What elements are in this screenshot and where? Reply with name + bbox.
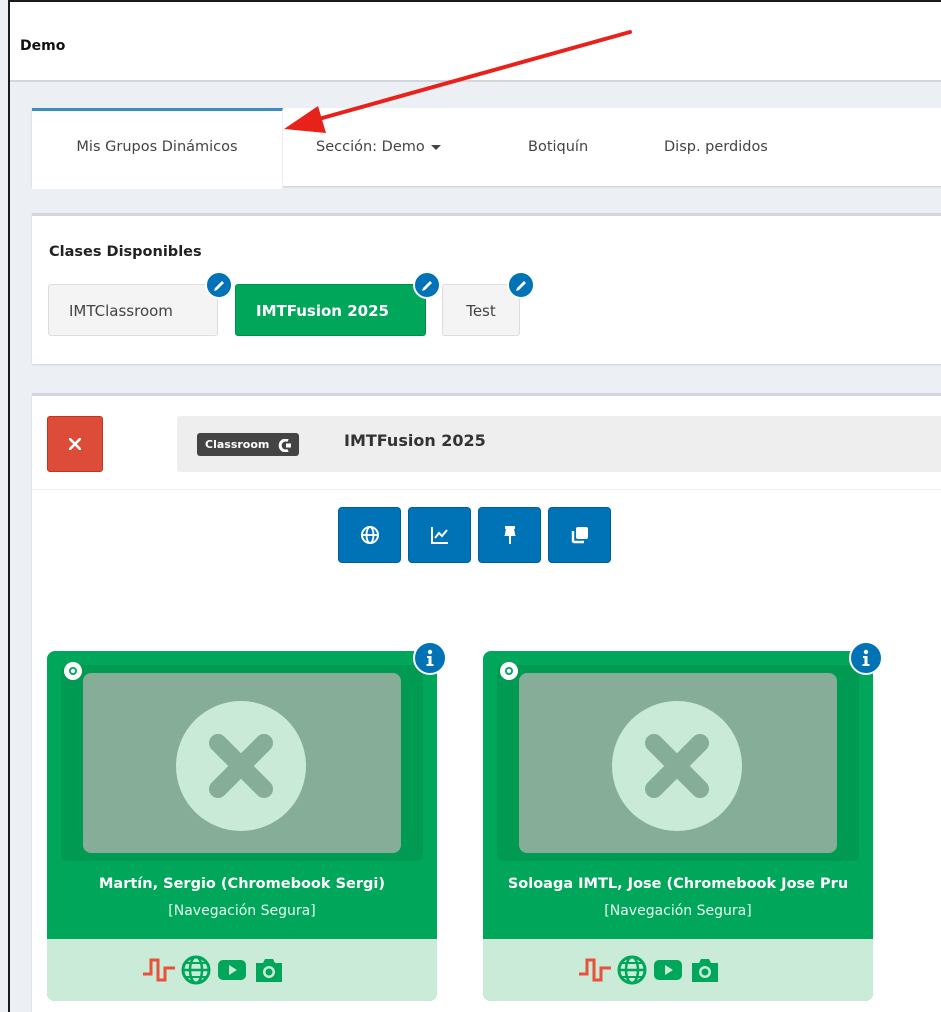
- screen-preview-frame: [61, 665, 423, 861]
- class-label: IMTClassroom: [69, 302, 173, 320]
- app-frame: Demo Mis Grupos Dinámicos Sección: Demo …: [8, 0, 941, 1012]
- web-control-button[interactable]: [338, 507, 401, 563]
- classes-panel: Clases Disponibles IMTClassroom IMTFusio…: [32, 213, 941, 364]
- clone-icon: [571, 527, 588, 544]
- close-classroom-button[interactable]: [47, 416, 103, 472]
- globe-icon: [361, 526, 379, 544]
- device-name: Martín, Sergio (Chromebook Sergi): [99, 876, 385, 892]
- classroom-badge: Classroom: [197, 433, 300, 456]
- no-connection-icon: [612, 701, 742, 831]
- youtube-icon[interactable]: [217, 954, 247, 986]
- chrome-icon: [500, 662, 518, 680]
- device-status: [Navegación Segura]: [168, 903, 316, 919]
- duplicate-button[interactable]: [548, 507, 611, 563]
- camera-icon[interactable]: [253, 954, 285, 986]
- tab-disp-perdidos[interactable]: Disp. perdidos: [664, 108, 768, 186]
- chrome-icon: [64, 662, 82, 680]
- pulse-icon[interactable]: [142, 954, 176, 986]
- info-icon: [426, 649, 434, 666]
- class-button-imtfusion[interactable]: IMTFusion 2025: [235, 271, 441, 336]
- device-card[interactable]: Soloaga IMTL, Jose (Chromebook Jose Pru …: [483, 641, 883, 1001]
- screen-preview-frame: [497, 665, 859, 861]
- no-connection-icon: [176, 701, 306, 831]
- activity-chart-button[interactable]: [408, 507, 471, 563]
- globe-icon[interactable]: [180, 954, 212, 986]
- pin-icon: [504, 526, 516, 544]
- device-info-button[interactable]: [413, 641, 447, 675]
- device-actions: [47, 939, 437, 1001]
- camera-icon[interactable]: [689, 954, 721, 986]
- youtube-icon[interactable]: [653, 954, 683, 986]
- classroom-panel: Classroom IMTFusion 2025 Martín, Sergio …: [32, 393, 941, 1012]
- classroom-logo-icon: [278, 438, 292, 452]
- edit-pencil-icon[interactable]: [413, 271, 441, 299]
- pulse-icon[interactable]: [578, 954, 612, 986]
- divider: [32, 489, 941, 490]
- tab-mis-grupos[interactable]: Mis Grupos Dinámicos: [32, 108, 283, 189]
- close-icon: [69, 438, 81, 450]
- globe-icon[interactable]: [616, 954, 648, 986]
- edit-pencil-icon[interactable]: [507, 271, 535, 299]
- info-icon: [862, 649, 870, 666]
- chart-icon: [431, 527, 448, 544]
- screen-preview[interactable]: [519, 673, 837, 853]
- class-label: IMTFusion 2025: [256, 302, 389, 320]
- device-name: Soloaga IMTL, Jose (Chromebook Jose Pru: [507, 876, 849, 892]
- classroom-name: IMTFusion 2025: [344, 431, 486, 450]
- device-info-button[interactable]: [849, 641, 883, 675]
- device-card[interactable]: Martín, Sergio (Chromebook Sergi) [Naveg…: [47, 641, 447, 1001]
- caret-down-icon: [430, 144, 441, 150]
- classes-title: Clases Disponibles: [49, 244, 202, 260]
- class-button-imtclassroom[interactable]: IMTClassroom: [48, 271, 233, 336]
- device-actions: [483, 939, 873, 1001]
- class-label: Test: [466, 302, 496, 320]
- device-status: [Navegación Segura]: [604, 903, 752, 919]
- edit-pencil-icon[interactable]: [205, 271, 233, 299]
- annotation-arrow: [284, 30, 632, 133]
- pin-button[interactable]: [478, 507, 541, 563]
- classroom-bar: Classroom IMTFusion 2025: [177, 416, 941, 472]
- class-button-test[interactable]: Test: [442, 271, 535, 336]
- screen-preview[interactable]: [83, 673, 401, 853]
- page-title: Demo: [20, 38, 66, 54]
- classroom-badge-label: Classroom: [205, 438, 270, 451]
